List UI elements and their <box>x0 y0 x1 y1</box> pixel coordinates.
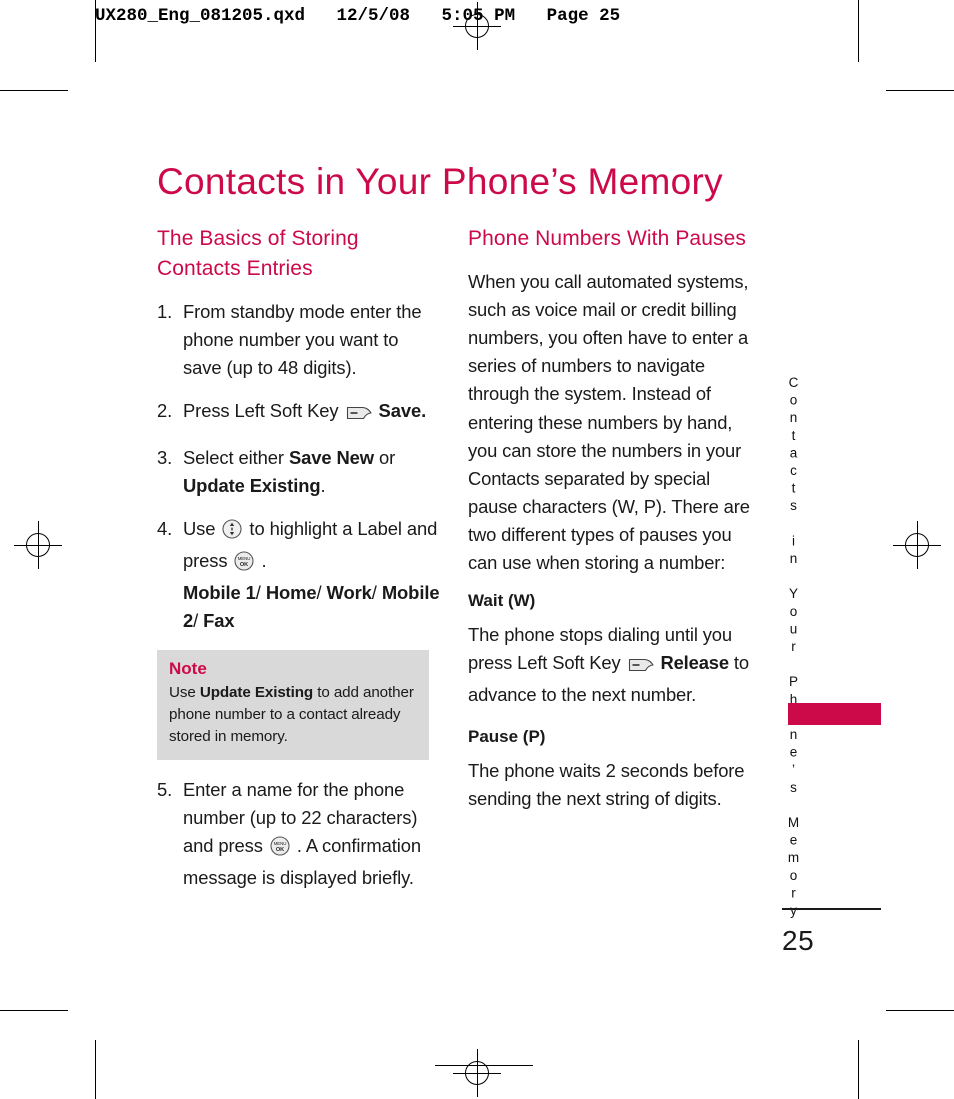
chapter-tab-marker <box>788 703 881 725</box>
step-number: 3. <box>157 447 173 469</box>
step-item: 5. Enter a name for the phone number (up … <box>157 776 441 892</box>
crop-mark-bottom-left-horizontal <box>0 1010 68 1011</box>
step-item: 1. From standby mode enter the phone numb… <box>157 298 441 382</box>
step-item: 3. Select either Save New or Update Exist… <box>157 444 441 500</box>
subsection-heading: Wait (W) <box>468 590 536 610</box>
subsection-heading: Pause (P) <box>468 727 546 747</box>
step-text: Enter a name for the phone number (up to… <box>183 778 422 888</box>
step-number: 4. <box>157 518 173 540</box>
svg-text:MENU: MENU <box>274 841 287 846</box>
step-text: From standby mode enter the phone number… <box>183 301 422 379</box>
step-number: 2. <box>157 400 173 422</box>
registration-mark-right <box>893 521 941 569</box>
emphasis-text: Save New <box>288 447 375 469</box>
crop-mark-top-left-horizontal <box>0 90 68 91</box>
soft-key-icon <box>346 401 372 429</box>
emphasis-text: Home <box>265 582 317 604</box>
crop-mark-bottom-right-vertical <box>858 1040 859 1099</box>
svg-text:OK: OK <box>240 562 248 568</box>
step-text: Select either Save New or Update Existin… <box>183 447 396 497</box>
right-column: Phone Numbers With Pauses When you call … <box>468 224 760 827</box>
step-text: Press Left Soft Key Save. <box>183 400 426 421</box>
side-running-head: Contacts in Your Phone’s Memory <box>786 375 801 921</box>
emphasis-text: Release <box>660 651 729 673</box>
note-body: Use Update Existing to add another phone… <box>169 684 414 745</box>
page-title: Contacts in Your Phone’s Memory <box>157 160 723 202</box>
svg-text:OK: OK <box>276 847 284 853</box>
crop-mark-bottom-left-vertical <box>95 1040 96 1099</box>
steps-list-after-note: 5. Enter a name for the phone number (up … <box>157 776 441 892</box>
step-number: 1. <box>157 301 173 323</box>
step-number: 5. <box>157 778 173 800</box>
page-number-rule <box>782 908 881 910</box>
print-file-info-strip: UX280_Eng_081205.qxd 12/5/08 5:05 PM Pag… <box>95 6 621 26</box>
soft-key-icon <box>628 653 654 681</box>
step-item: 2. Press Left Soft Key Save. <box>157 397 441 429</box>
registration-mark-bottom <box>453 1049 501 1097</box>
navigation-pad-icon <box>222 519 242 547</box>
emphasis-text: Work <box>326 582 372 604</box>
crop-mark-bottom-center-horizontal <box>435 1065 533 1066</box>
note-title: Note <box>169 659 207 679</box>
subsection-paragraph: The phone waits 2 seconds before sending… <box>468 760 745 810</box>
page-number: 25 <box>782 925 815 956</box>
emphasis-text: Update Existing <box>199 684 314 702</box>
pauses-intro-paragraph: When you call automated systems, such as… <box>468 271 750 573</box>
section-heading-pauses: Phone Numbers With Pauses <box>468 227 746 250</box>
step-item: 4. Use to highlight a Label and press MEN… <box>157 515 441 635</box>
crop-mark-top-right-horizontal <box>886 90 954 91</box>
crop-mark-top-right-vertical <box>858 0 859 62</box>
steps-list-basics: 1. From standby mode enter the phone numb… <box>157 298 441 635</box>
emphasis-text: Fax <box>203 610 235 632</box>
left-column: The Basics of Storing Contacts Entries 1… <box>157 224 441 907</box>
crop-mark-bottom-right-horizontal <box>886 1010 954 1011</box>
emphasis-text: Save. <box>378 400 427 422</box>
section-heading-basics: The Basics of Storing Contacts Entries <box>157 227 359 281</box>
registration-mark-left <box>14 521 62 569</box>
emphasis-text: Mobile 1 <box>183 582 256 604</box>
menu-ok-button-icon: MENU OK <box>270 836 290 864</box>
step-text: Use to highlight a Label and press MENU O… <box>183 518 440 632</box>
note-box: Note Use Update Existing to add another … <box>157 650 429 760</box>
menu-ok-button-icon: MENU OK <box>234 551 255 579</box>
subsection-paragraph: The phone stops dialing until you press … <box>468 623 749 706</box>
pause-subsections: Wait (W) The phone stops dialing until yo… <box>468 591 760 813</box>
emphasis-text: Update Existing <box>183 475 321 497</box>
svg-text:MENU: MENU <box>238 556 251 561</box>
